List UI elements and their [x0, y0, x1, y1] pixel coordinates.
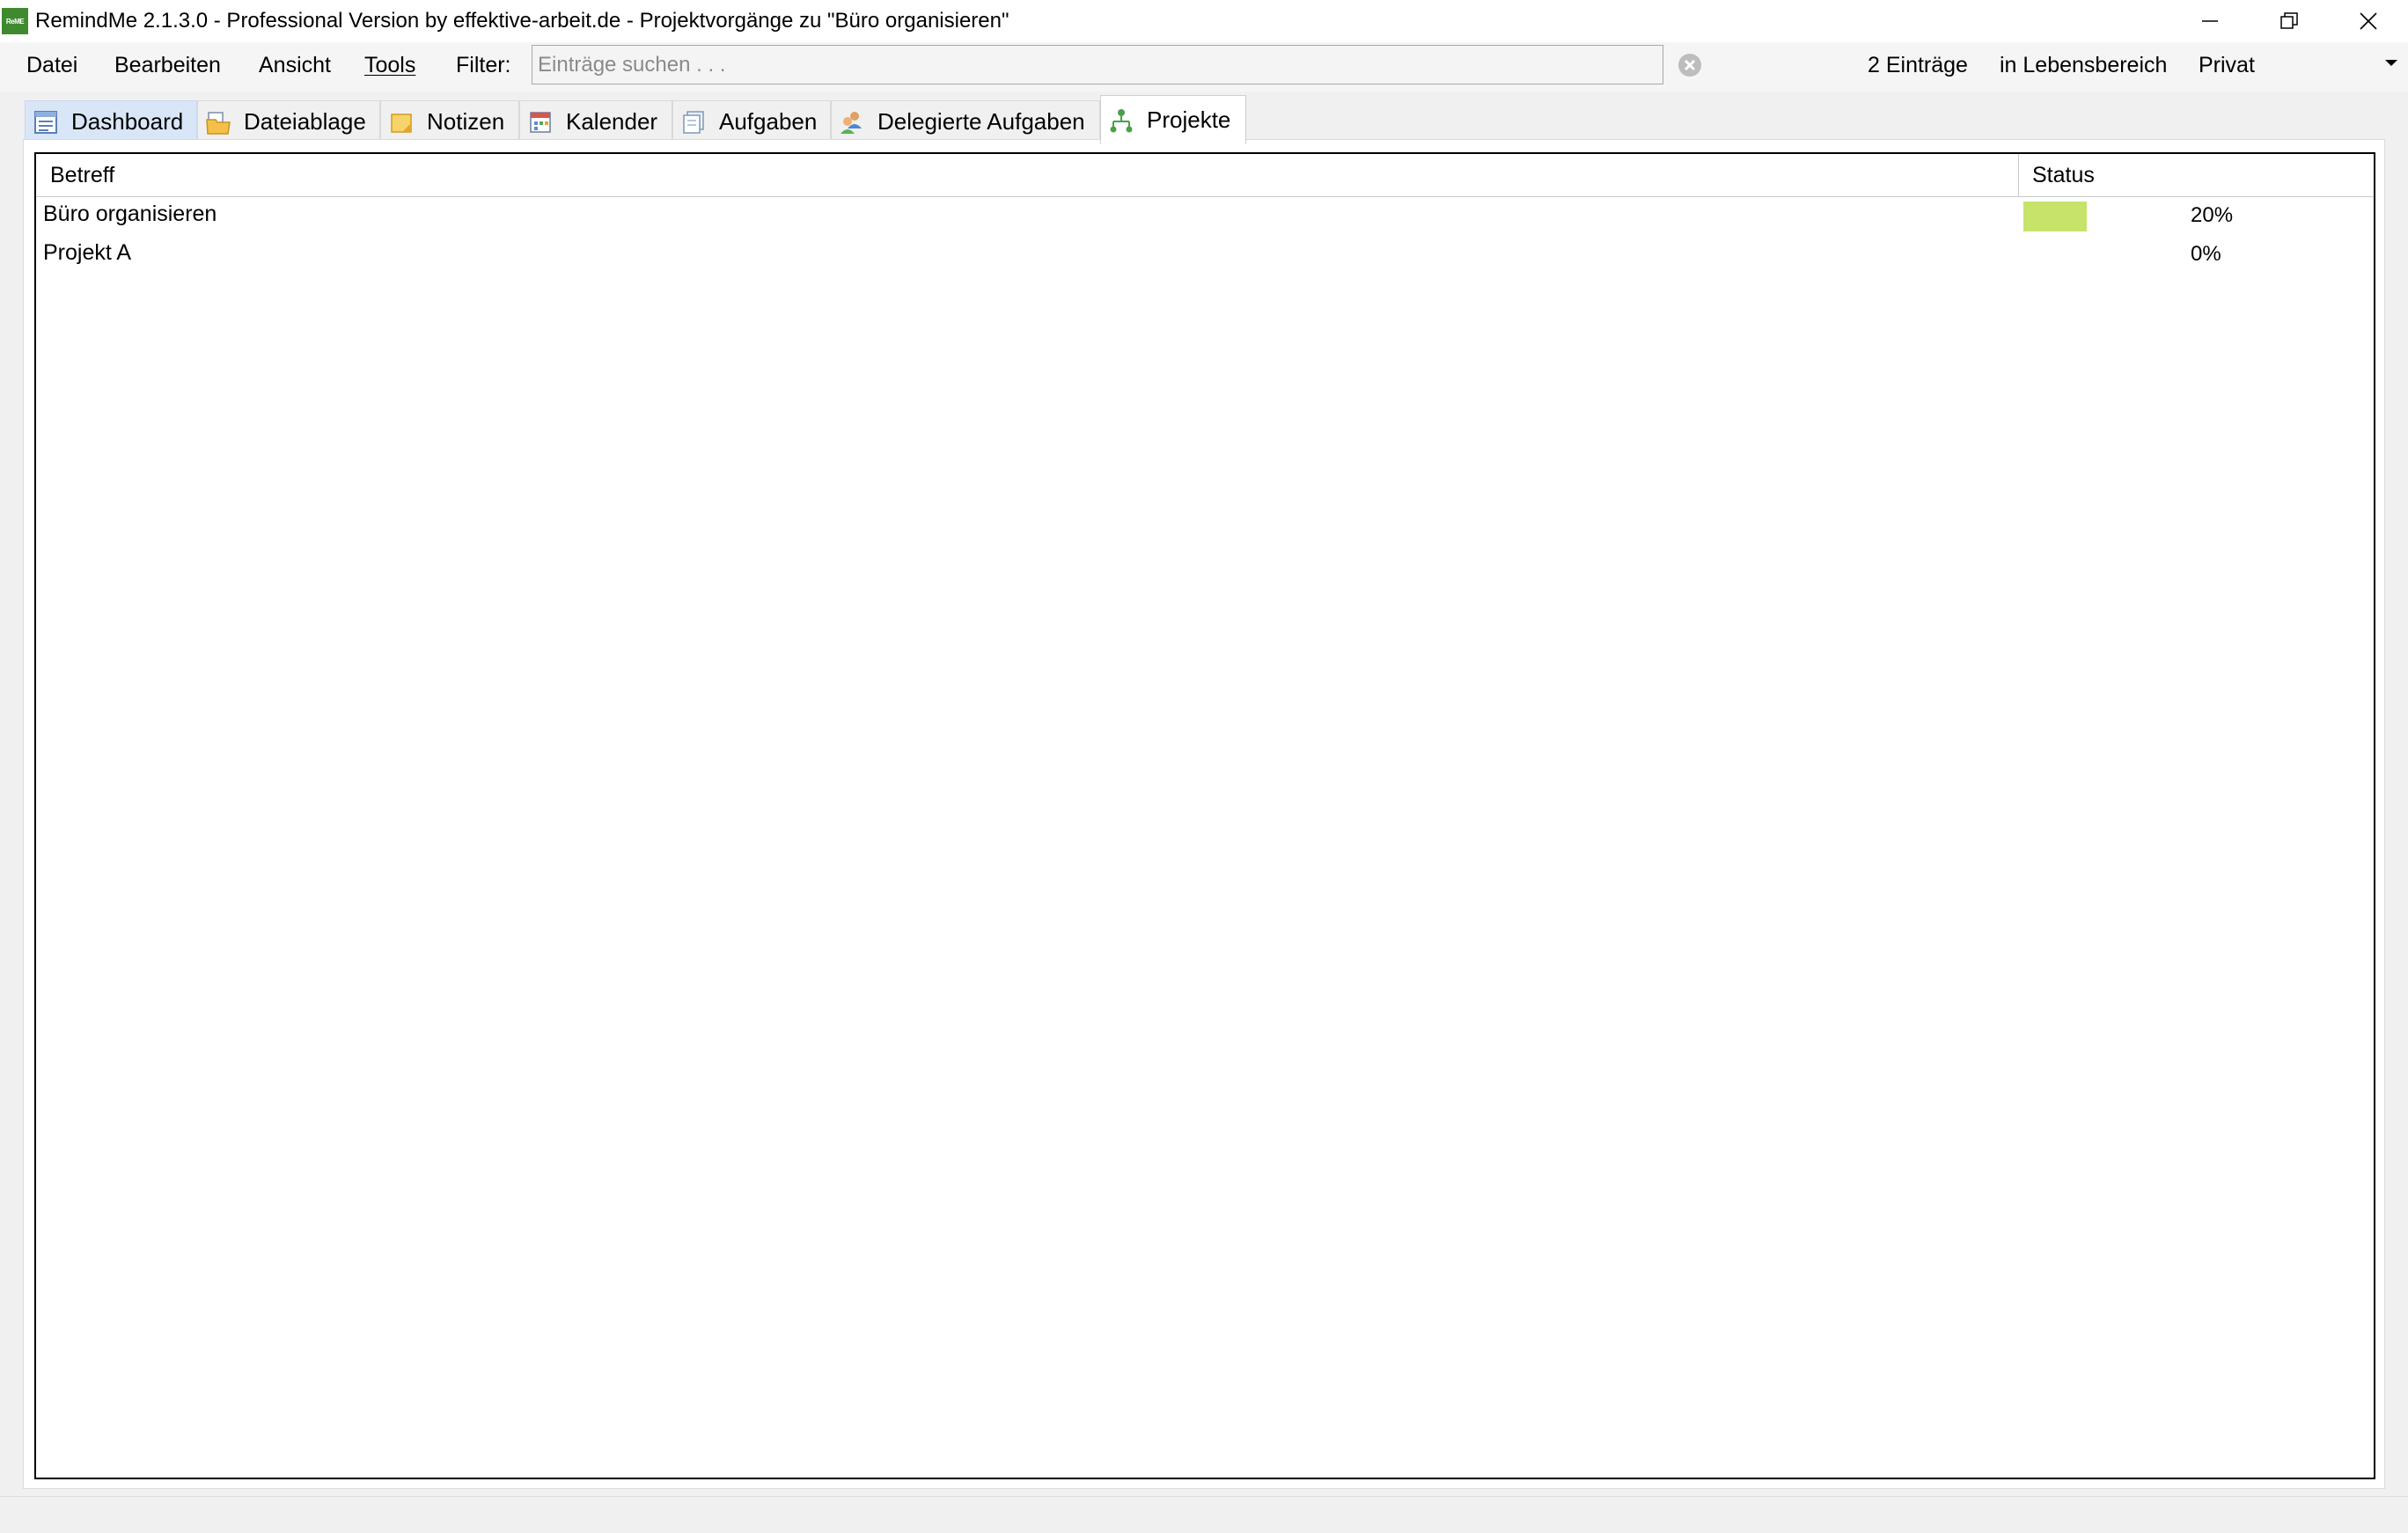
- minimize-icon: [2202, 20, 2218, 22]
- tab-label: Projekte: [1147, 106, 1231, 133]
- column-divider[interactable]: [2018, 154, 2019, 196]
- window-title: RemindMe 2.1.3.0 - Professional Version …: [35, 9, 1009, 33]
- progress-bar: [2023, 202, 2087, 231]
- restore-icon: [2280, 12, 2298, 29]
- row-subject: Projekt A: [43, 240, 132, 265]
- status-bar: [0, 1496, 2408, 1533]
- calendar-icon: [530, 111, 551, 133]
- area-label: in Lebensbereich: [2000, 53, 2168, 77]
- filter-label: Filter:: [456, 53, 511, 77]
- app-window: ReME RemindMe 2.1.3.0 - Professional Ver…: [0, 0, 2408, 1533]
- chevron-down-icon[interactable]: [2385, 60, 2397, 66]
- tab-notizen[interactable]: Notizen: [380, 100, 519, 143]
- tasks-icon: [683, 110, 704, 134]
- row-subject: Büro organisieren: [43, 202, 217, 226]
- entry-count: 2 Einträge: [1868, 53, 1968, 77]
- progress-percent: 0%: [2191, 242, 2221, 266]
- clear-search-icon[interactable]: [1678, 53, 1702, 77]
- notes-icon: [391, 113, 412, 133]
- progress-percent: 20%: [2191, 203, 2234, 227]
- column-header-betreff[interactable]: Betreff: [50, 163, 114, 188]
- tab-label: Dateiablage: [244, 108, 366, 135]
- area-select[interactable]: Privat: [2199, 53, 2255, 78]
- tab-kalender[interactable]: Kalender: [519, 100, 672, 143]
- tab-dateiablage[interactable]: Dateiablage: [197, 100, 380, 143]
- delegated-tasks-icon: [841, 111, 862, 134]
- menu-bar: Datei Bearbeiten Ansicht Tools Filter: 2…: [0, 42, 2408, 92]
- menu-tools[interactable]: Tools: [364, 53, 415, 78]
- minimize-button[interactable]: [2170, 0, 2250, 42]
- close-button[interactable]: [2329, 0, 2408, 42]
- tab-content: Betreff Status Büro organisieren 20% Proje…: [23, 139, 2385, 1489]
- column-header-status[interactable]: Status: [2032, 163, 2095, 188]
- menu-bearbeiten[interactable]: Bearbeiten: [114, 53, 221, 78]
- tab-label: Delegierte Aufgaben: [877, 108, 1085, 135]
- window-controls: [2170, 0, 2408, 42]
- projects-icon: [1110, 108, 1133, 132]
- dashboard-icon: [34, 110, 57, 134]
- tab-label: Dashboard: [71, 108, 184, 135]
- search-input[interactable]: [532, 45, 1663, 84]
- tab-delegierte-aufgaben[interactable]: Delegierte Aufgaben: [831, 100, 1100, 143]
- app-logo-icon: ReME: [2, 8, 28, 34]
- tab-dashboard[interactable]: Dashboard: [25, 100, 197, 143]
- tab-projekte[interactable]: Projekte: [1100, 95, 1246, 144]
- title-bar: ReME RemindMe 2.1.3.0 - Professional Ver…: [0, 0, 2408, 42]
- close-icon: [2360, 12, 2377, 30]
- menu-datei[interactable]: Datei: [26, 53, 77, 78]
- tab-bar: Dashboard Dateiablage Notizen Kalender A…: [0, 92, 2408, 144]
- project-table: Betreff Status Büro organisieren 20% Proje…: [34, 152, 2375, 1479]
- tab-label: Kalender: [566, 108, 658, 135]
- tab-aufgaben[interactable]: Aufgaben: [672, 100, 831, 143]
- folder-icon: [206, 111, 231, 135]
- table-row[interactable]: Büro organisieren 20%: [36, 196, 2374, 235]
- table-header: Betreff Status: [36, 154, 2374, 197]
- table-row[interactable]: Projekt A 0%: [36, 235, 2374, 274]
- menu-ansicht[interactable]: Ansicht: [259, 53, 331, 78]
- tab-label: Notizen: [427, 108, 505, 135]
- tab-label: Aufgaben: [719, 108, 818, 135]
- restore-button[interactable]: [2250, 0, 2329, 42]
